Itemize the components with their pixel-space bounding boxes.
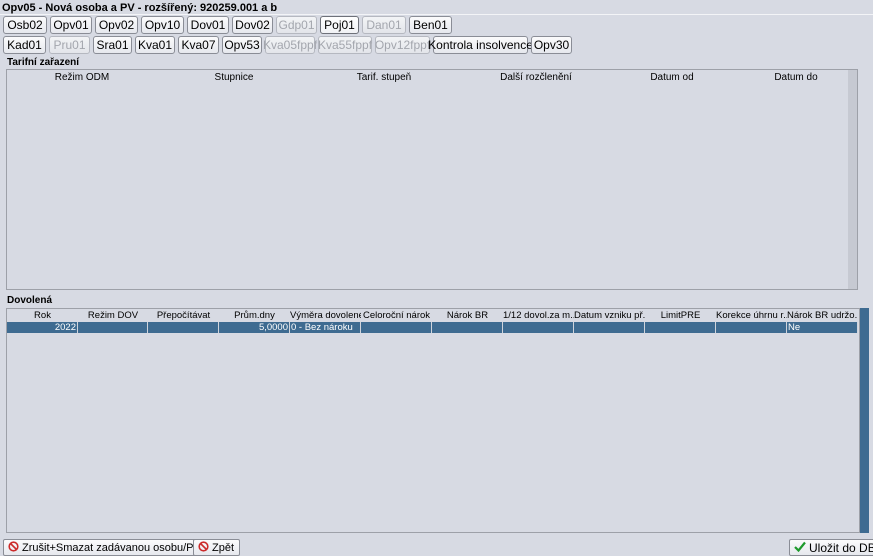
dovolena-col-limitpre[interactable]: LimitPRE (645, 310, 716, 322)
cancel-icon (8, 540, 19, 555)
window-title: Opv05 - Nová osoba a PV - rozšířený: 920… (2, 2, 278, 14)
checkmark-icon (794, 541, 806, 555)
opv10-button[interactable]: Opv10 (141, 16, 184, 34)
table-cell[interactable] (432, 322, 503, 333)
back-label: Zpět (212, 541, 235, 554)
dovolena-scrollbar[interactable] (860, 308, 869, 533)
table-cell[interactable]: 2022 (7, 322, 78, 333)
tarif-col-rezim-odm[interactable]: Režim ODM (22, 72, 142, 83)
ben01-button[interactable]: Ben01 (409, 16, 452, 34)
poj01-button[interactable]: Poj01 (320, 16, 359, 34)
cancel-delete-button[interactable]: Zrušit+Smazat zadávanou osobu/PV (3, 539, 207, 556)
kva07-button[interactable]: Kva07 (178, 36, 219, 54)
dovolena-col-prum-dny[interactable]: Prům.dny (219, 310, 290, 322)
dovolena-col-celorocni-narok[interactable]: Celoroční nárok (361, 310, 432, 322)
kva01-button[interactable]: Kva01 (135, 36, 175, 54)
sra01-button[interactable]: Sra01 (93, 36, 132, 54)
kontrola-insolvence-button[interactable]: Kontrola insolvence (428, 36, 533, 54)
toolbar-row-1: Osb02 Opv01 Opv02 Opv10 Dov01 Dov02 Gdp01 Poj01… (0, 16, 452, 34)
opv30-button[interactable]: Opv30 (531, 36, 572, 54)
cancel-icon (198, 540, 209, 555)
title-separator (0, 14, 873, 15)
tarif-col-dalsi-rozcleneni[interactable]: Další rozčlenění (476, 72, 596, 83)
table-cell[interactable] (574, 322, 645, 333)
dovolena-col-korekce-uhrnu-r[interactable]: Korekce úhrnu r... (716, 310, 787, 322)
kad01-button[interactable]: Kad01 (3, 36, 46, 54)
gdp01-button: Gdp01 (276, 16, 317, 34)
tarif-col-stupnice[interactable]: Stupnice (174, 72, 294, 83)
dovolena-col-narok-br[interactable]: Nárok BR (432, 310, 503, 322)
back-button[interactable]: Zpět (193, 539, 241, 556)
opv01-button[interactable]: Opv01 (50, 16, 92, 34)
save-to-db-button[interactable]: Uložit do DB (789, 539, 873, 556)
dovolena-table[interactable] (6, 308, 860, 533)
dovolena-col-rezim-dov[interactable]: Režim DOV (78, 310, 148, 322)
tarif-col-tarif-stupen[interactable]: Tarif. stupeň (324, 72, 444, 83)
table-cell[interactable] (645, 322, 716, 333)
table-cell[interactable] (716, 322, 787, 333)
dovolena-col-prepocitavat[interactable]: Přepočítávat (148, 310, 219, 322)
table-cell[interactable] (148, 322, 219, 333)
dovolena-col-datum-vzniku-pr[interactable]: Datum vzniku př... (574, 310, 645, 322)
table-cell[interactable]: 5,0000 (219, 322, 290, 333)
dov01-button[interactable]: Dov01 (187, 16, 229, 34)
kva55fppf-button: Kva55fppf (317, 36, 373, 54)
table-row[interactable]: 2022 5,0000 0 - Bez nároku Ne (7, 322, 858, 333)
tarif-table[interactable] (6, 69, 858, 290)
kva05fppf-button: Kva05fppf (262, 36, 318, 54)
tarif-col-datum-do[interactable]: Datum do (736, 72, 856, 83)
opv02-button[interactable]: Opv02 (95, 16, 138, 34)
save-label: Uložit do DB (809, 540, 873, 555)
table-cell[interactable]: 0 - Bez nároku (290, 322, 361, 333)
tarif-col-datum-od[interactable]: Datum od (612, 72, 732, 83)
pru01-button: Pru01 (49, 36, 90, 54)
table-cell[interactable] (78, 322, 148, 333)
dovolena-col-1-12-dovol-za-m[interactable]: 1/12 dovol.za m... (503, 310, 574, 322)
dan01-button: Dan01 (362, 16, 406, 34)
table-cell[interactable]: Ne (787, 322, 858, 333)
toolbar-row-2: Kad01 Pru01 Sra01 Kva01 Kva07 Opv53 Kva05fppf K… (0, 36, 572, 54)
table-cell[interactable] (361, 322, 432, 333)
dovolena-section-label: Dovolená (7, 295, 53, 306)
tarif-section-label: Tarifní zařazení (7, 57, 80, 68)
dovolena-header: Rok Režim DOV Přepočítávat Prům.dny Výměra d… (7, 310, 858, 322)
osb02-button[interactable]: Osb02 (3, 16, 47, 34)
dov02-button[interactable]: Dov02 (232, 16, 273, 34)
dovolena-col-narok-br-udrzo[interactable]: Nárok BR udržo... (787, 310, 858, 322)
dovolena-col-rok[interactable]: Rok (7, 310, 78, 322)
tarif-scrollbar[interactable] (848, 70, 857, 289)
table-cell[interactable] (503, 322, 574, 333)
opv12fppf-button: Opv12fppf (374, 36, 431, 54)
dovolena-col-vymera-dovolene[interactable]: Výměra dovolené (290, 310, 361, 322)
cancel-delete-label: Zrušit+Smazat zadávanou osobu/PV (22, 541, 201, 554)
opv53-button[interactable]: Opv53 (222, 36, 262, 54)
